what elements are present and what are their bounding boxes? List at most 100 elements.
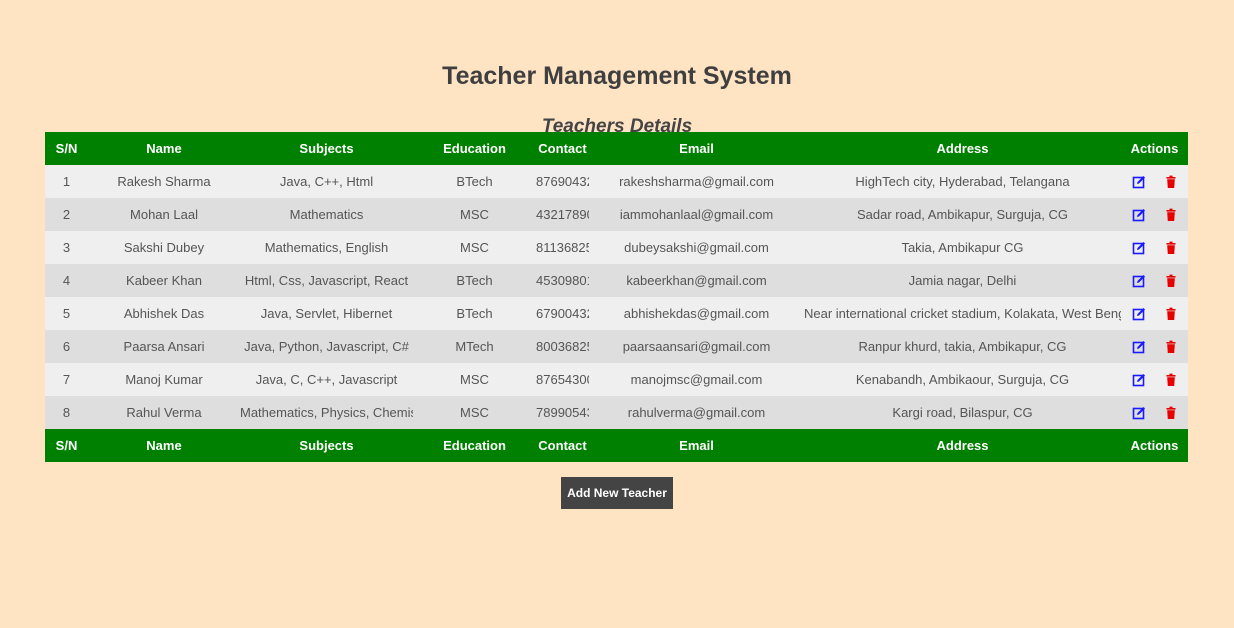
table-header-row: S/N Name Subjects Education Contact Emai… [45, 132, 1188, 165]
cell-email: abhishekdas@gmail.com [623, 306, 770, 321]
header-sn: S/N [55, 141, 78, 156]
cell-actions [1121, 198, 1188, 231]
cell-actions [1121, 330, 1188, 363]
edit-icon[interactable] [1132, 373, 1146, 387]
footer-name: Name [146, 438, 182, 453]
cell-subjects: Mathematics, Physics, Chemistry [240, 405, 413, 420]
table-row: 3 Sakshi Dubey Mathematics, English MSC 8113… [45, 231, 1188, 264]
edit-icon[interactable] [1132, 406, 1146, 420]
trash-icon[interactable] [1164, 208, 1178, 222]
cell-email: rakeshsharma@gmail.com [619, 174, 774, 189]
header-contact: Contact [538, 141, 587, 156]
cell-sn: 1 [62, 174, 71, 189]
cell-contact: 7899054302 [536, 405, 589, 420]
teachers-table-container: S/N Name Subjects Education Contact Emai… [45, 132, 1188, 462]
edit-icon[interactable] [1132, 208, 1146, 222]
cell-sn: 4 [62, 273, 71, 288]
header-name: Name [146, 141, 182, 156]
cell-subjects: Java, Python, Javascript, C# [244, 339, 409, 354]
footer-education: Education [443, 438, 506, 453]
footer-address: Address [936, 438, 989, 453]
cell-contact: 8113682534 [536, 240, 589, 255]
cell-address: Sadar road, Ambikapur, Surguja, CG [856, 207, 1068, 222]
cell-education: MSC [460, 207, 489, 222]
cell-email: paarsaansari@gmail.com [622, 339, 771, 354]
table-row: 2 Mohan Laal Mathematics MSC 4321789043 iammo… [45, 198, 1188, 231]
add-new-teacher-button[interactable]: Add New Teacher [561, 477, 673, 509]
cell-contact: 4530980123 [536, 273, 589, 288]
trash-icon[interactable] [1164, 373, 1178, 387]
table-row: 6 Paarsa Ansari Java, Python, Javascript, … [45, 330, 1188, 363]
footer-email: Email [679, 438, 714, 453]
cell-name: Manoj Kumar [125, 372, 203, 387]
cell-subjects: Java, C++, Html [279, 174, 374, 189]
page-title: Teacher Management System [442, 61, 792, 90]
cell-subjects: Java, C, C++, Javascript [255, 372, 398, 387]
table-row: 5 Abhishek Das Java, Servlet, Hibernet BTec… [45, 297, 1188, 330]
footer-subjects: Subjects [299, 438, 354, 453]
cell-subjects: Html, Css, Javascript, React [244, 273, 409, 288]
cell-address: Jamia nagar, Delhi [908, 273, 1017, 288]
cell-name: Paarsa Ansari [123, 339, 205, 354]
cell-sn: 2 [62, 207, 71, 222]
cell-sn: 5 [62, 306, 71, 321]
cell-sn: 7 [62, 372, 71, 387]
edit-icon[interactable] [1132, 175, 1146, 189]
cell-name: Mohan Laal [130, 207, 198, 222]
edit-icon[interactable] [1132, 241, 1146, 255]
trash-icon[interactable] [1164, 274, 1178, 288]
cell-education: MTech [455, 339, 494, 354]
edit-icon[interactable] [1132, 340, 1146, 354]
trash-icon[interactable] [1164, 406, 1178, 420]
cell-actions [1121, 396, 1188, 429]
table-body: 1 Rakesh Sharma Java, C++, Html BTech 876904… [45, 165, 1188, 429]
cell-actions [1121, 264, 1188, 297]
trash-icon[interactable] [1164, 175, 1178, 189]
cell-contact: 6790043217 [536, 306, 589, 321]
edit-icon[interactable] [1132, 307, 1146, 321]
cell-name: Rahul Verma [126, 405, 202, 420]
cell-subjects: Java, Servlet, Hibernet [260, 306, 393, 321]
cell-contact: 8765430012 [536, 372, 589, 387]
cell-address: Kenabandh, Ambikaour, Surguja, CG [855, 372, 1070, 387]
cell-education: BTech [456, 273, 493, 288]
header-email: Email [679, 141, 714, 156]
table-row: 4 Kabeer Khan Html, Css, Javascript, React… [45, 264, 1188, 297]
header-actions: Actions [1130, 141, 1179, 156]
footer-actions: Actions [1130, 438, 1179, 453]
cell-email: rahulverma@gmail.com [627, 405, 766, 420]
trash-icon[interactable] [1164, 241, 1178, 255]
cell-education: MSC [460, 372, 489, 387]
cell-education: MSC [460, 240, 489, 255]
trash-icon[interactable] [1164, 340, 1178, 354]
cell-address: Ranpur khurd, takia, Ambikapur, CG [858, 339, 1067, 354]
cell-education: MSC [460, 405, 489, 420]
cell-email: dubeysakshi@gmail.com [624, 240, 769, 255]
table-row: 8 Rahul Verma Mathematics, Physics, Chemis… [45, 396, 1188, 429]
cell-sn: 8 [62, 405, 71, 420]
cell-education: BTech [456, 306, 493, 321]
header-education: Education [443, 141, 506, 156]
cell-actions [1121, 297, 1188, 330]
cell-subjects: Mathematics, English [264, 240, 389, 255]
teachers-table: S/N Name Subjects Education Contact Emai… [45, 132, 1188, 462]
table-row: 1 Rakesh Sharma Java, C++, Html BTech 876904… [45, 165, 1188, 198]
cell-name: Rakesh Sharma [117, 174, 211, 189]
cell-name: Sakshi Dubey [123, 240, 205, 255]
cell-email: iammohanlaal@gmail.com [619, 207, 774, 222]
edit-icon[interactable] [1132, 274, 1146, 288]
cell-contact: 8003682533 [536, 339, 589, 354]
cell-contact: 4321789043 [536, 207, 589, 222]
trash-icon[interactable] [1164, 307, 1178, 321]
footer-contact: Contact [538, 438, 587, 453]
cell-name: Abhishek Das [123, 306, 205, 321]
cell-education: BTech [456, 174, 493, 189]
cell-address: Takia, Ambikapur CG [901, 240, 1024, 255]
cell-actions [1121, 363, 1188, 396]
cell-contact: 8769043271 [536, 174, 589, 189]
cell-sn: 6 [62, 339, 71, 354]
cell-email: kabeerkhan@gmail.com [626, 273, 767, 288]
cell-actions [1121, 165, 1188, 198]
footer-sn: S/N [55, 438, 78, 453]
cell-address: HighTech city, Hyderabad, Telangana [855, 174, 1070, 189]
